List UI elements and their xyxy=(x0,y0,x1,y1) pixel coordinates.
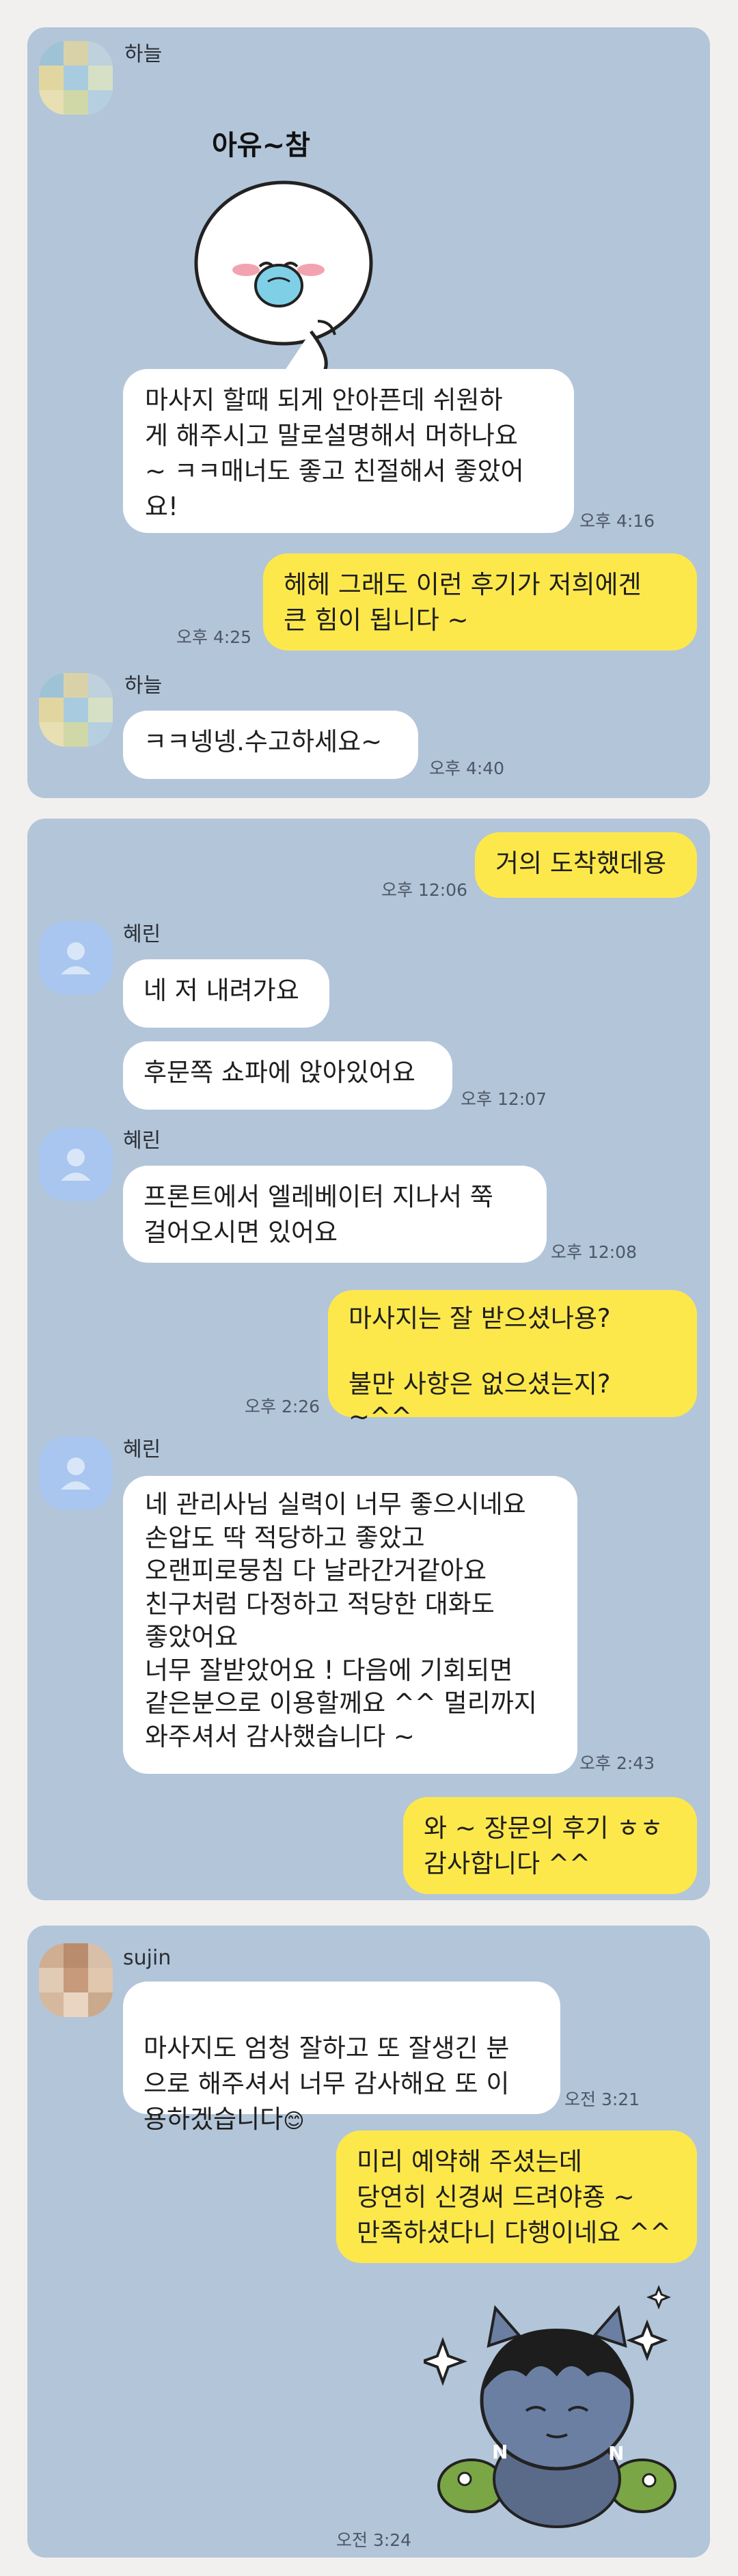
message-time: 오후 2:43 xyxy=(579,1753,655,1773)
message-bubble[interactable]: 거의 도착했데용 xyxy=(475,832,697,898)
user-icon xyxy=(61,1149,91,1181)
sender-name: 혜린 xyxy=(123,1129,161,1153)
sender-name: 혜린 xyxy=(123,922,161,946)
message-bubble[interactable]: 마사지 할때 되게 안아픈데 쉬원하 게 해주시고 말로설명해서 머하나요 ~ … xyxy=(123,369,574,533)
user-icon xyxy=(61,942,91,974)
smiling-ghost-sticker-icon xyxy=(194,180,373,381)
chat-panel-3: sujin 마사지도 엄청 잘하고 또 잘생긴 분 으로 해주셔서 너무 감사해… xyxy=(27,1926,710,2558)
blurred-profile-photo xyxy=(39,673,113,747)
message-bubble[interactable]: 미리 예약해 주셨는데 당연히 신경써 드려야죵 ~ 만족하셨다니 다행이네요 … xyxy=(336,2130,697,2263)
blurred-profile-photo xyxy=(39,41,113,115)
message-time: 오후 4:25 xyxy=(176,627,252,647)
message-bubble[interactable]: 네 관리사님 실력이 너무 좋으시네요 손압도 딱 적당하고 좋았고 오랜피로뭉… xyxy=(123,1476,577,1774)
chat-panel-1: 하늘 아유~참 마사지 할때 되게 안아픈데 쉬원하 게 해주시고 말로설명해서… xyxy=(27,27,710,798)
message-time: 오후 12:07 xyxy=(461,1089,547,1109)
blurred-profile-photo xyxy=(39,1943,113,2017)
avatar[interactable] xyxy=(39,1943,113,2017)
sender-name: sujin xyxy=(123,1946,172,1970)
sender-name: 하늘 xyxy=(124,42,163,66)
user-icon xyxy=(61,1457,91,1490)
message-time: 오후 2:26 xyxy=(245,1397,320,1416)
message-bubble[interactable]: ㅋㅋ넹넹.수고하세요~ xyxy=(123,711,418,779)
svg-text:N: N xyxy=(608,2442,624,2465)
message-time: 오전 3:24 xyxy=(336,2530,412,2550)
message-bubble[interactable]: 프론트에서 엘레베이터 지나서 쭉 걸어오시면 있어요 xyxy=(123,1166,547,1263)
message-time: 오후 12:08 xyxy=(551,1242,637,1262)
kakao-character-sticker-icon: N N xyxy=(418,2284,676,2528)
message-time: 오후 4:40 xyxy=(429,758,505,778)
avatar[interactable] xyxy=(39,673,113,747)
message-time: 오후 4:16 xyxy=(579,511,655,531)
message-time: 오후 12:06 xyxy=(381,880,467,900)
default-avatar[interactable] xyxy=(39,921,113,995)
avatar[interactable] xyxy=(39,41,113,115)
message-bubble[interactable]: 헤헤 그래도 이런 후기가 저희에겐 큰 힘이 됩니다 ~ xyxy=(263,553,697,650)
smile-emoji-icon: 😊 xyxy=(283,2109,305,2133)
sender-name: 하늘 xyxy=(124,674,163,698)
message-bubble[interactable]: 와 ~ 장문의 후기 ㅎㅎ 감사합니다 ^^ xyxy=(403,1797,697,1894)
svg-text:N: N xyxy=(492,2441,508,2463)
message-bubble[interactable]: 네 저 내려가요 xyxy=(123,959,329,1028)
message-time: 오전 3:21 xyxy=(564,2089,640,2109)
default-avatar[interactable] xyxy=(39,1436,113,1510)
message-bubble[interactable]: 마사지도 엄청 잘하고 또 잘생긴 분 으로 해주셔서 너무 감사해요 또 이 … xyxy=(123,1982,560,2134)
sticker[interactable]: N N xyxy=(418,2281,690,2534)
message-text: 마사지도 엄청 잘하고 또 잘생긴 분 으로 해주셔서 너무 감사해요 또 이 … xyxy=(144,2033,510,2134)
message-bubble[interactable]: 마사지는 잘 받으셨나용? 불만 사항은 없으셨는지? ~^^ xyxy=(328,1290,697,1431)
sender-name: 혜린 xyxy=(123,1438,161,1462)
chat-panel-2: 거의 도착했데용 오후 12:06 혜린 네 저 내려가요 후문쪽 쇼파에 앉아… xyxy=(27,819,710,1900)
sticker[interactable]: 아유~참 xyxy=(164,96,396,383)
default-avatar[interactable] xyxy=(39,1127,113,1201)
message-bubble[interactable]: 후문쪽 쇼파에 앉아있어요 xyxy=(123,1041,452,1110)
